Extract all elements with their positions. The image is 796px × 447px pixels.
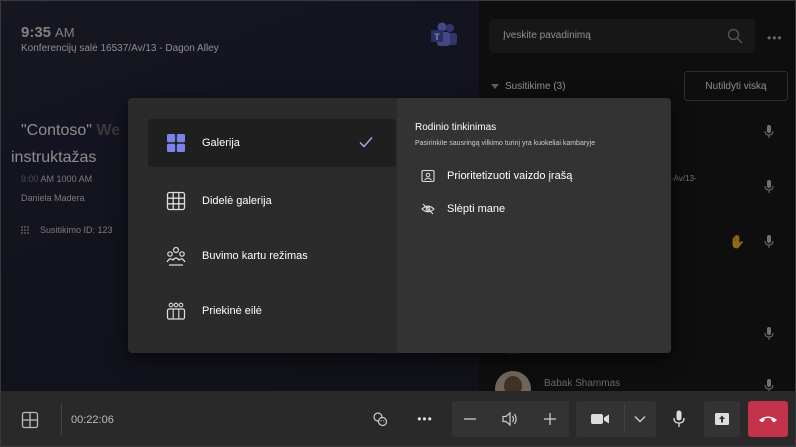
call-timer: 00:22:06 [71,414,114,426]
organizer-name: Daniela Madera [21,193,85,203]
plus-icon [544,413,556,425]
dialpad-icon [21,225,30,235]
customize-view-title: Rodinio tinkinimas [415,122,497,133]
raise-hand-icon: ✋ [729,234,746,249]
reactions-icon [373,412,388,427]
in-meeting-header[interactable]: Susitikime (3) [491,81,566,92]
customize-view-description: Pasirinkite sausringą vilkimo turinį yra… [415,140,596,147]
hang-up-icon-wrap [748,401,788,437]
search-input[interactable]: Įveskite pavadinimą [489,19,755,53]
meeting-title: "Contoso" We [21,122,121,139]
participant-room-fragment: -Av/13- [671,174,697,183]
mute-all-button[interactable]: Nutildyti viską [684,71,788,101]
layout-option-label: Galerija [202,137,240,149]
search-placeholder: Įveskite pavadinimą [503,30,591,41]
layout-grid-icon[interactable] [21,411,39,429]
layout-option-large-gallery[interactable]: Didelė galerija [148,177,396,225]
layout-option-label: Priekinė eilė [202,305,262,317]
meeting-title-line2: instruktažas [11,149,97,166]
microphone-button[interactable] [665,401,693,437]
speaker-button[interactable] [496,401,524,437]
layout-options: Galerija Didelė galerija Buvimo kartu re… [128,98,397,353]
camera-button[interactable] [583,401,617,437]
svg-text:T: T [434,32,440,42]
room-name: Konferencijų salė 16537/Av/13 - Dagon Al… [21,43,219,54]
front-row-icon [166,302,186,320]
camera-icon [591,414,609,424]
hide-me-option[interactable]: Slėpti mane [421,202,505,216]
layout-option-gallery[interactable]: Galerija [148,119,396,167]
hide-me-label: Slėpti mane [447,203,506,215]
share-icon [715,413,729,425]
large-gallery-icon [166,191,186,211]
layout-option-together-mode[interactable]: Buvimo kartu režimas [148,232,396,280]
reactions-button[interactable] [365,401,395,437]
mic-icon[interactable] [764,125,774,139]
clock: 9:35 AM [21,24,75,41]
mic-icon[interactable] [764,235,774,249]
together-mode-icon [166,246,186,266]
divider [61,403,62,435]
prioritize-video-option[interactable]: Prioritetizuoti vaizdo įrašą [421,169,572,183]
eye-hidden-icon [421,203,435,215]
share-icon-wrap [704,401,740,437]
layout-option-label: Didelė galerija [202,195,272,207]
participant-name: Babak Shammas [544,378,621,389]
teams-room-window: 9:35 AM Konferencijų salė 16537/Av/13 - D… [0,0,796,447]
volume-up-button[interactable] [536,401,564,437]
checkmark-icon [359,137,373,148]
layout-menu: Galerija Didelė galerija Buvimo kartu re… [128,98,671,353]
layout-option-label: Buvimo kartu režimas [202,250,308,262]
more-actions-button[interactable]: ••• [411,401,439,437]
speaker-icon [502,411,517,427]
camera-options-button[interactable] [627,401,653,437]
chevron-down-icon [634,416,646,423]
customize-view-panel: Rodinio tinkinimas Pasirinkite sausringą… [397,98,671,353]
microphone-icon [673,410,685,427]
gallery-icon [167,134,185,152]
search-icon [727,28,743,44]
meeting-id: Susitikimo ID: 123 [40,225,113,235]
hang-up-icon [759,416,777,423]
person-frame-icon [421,169,435,183]
mic-icon[interactable] [764,327,774,341]
chevron-down-icon [491,84,499,89]
meeting-id-row: Susitikimo ID: 123 [21,225,113,235]
mic-icon[interactable] [764,180,774,194]
teams-logo-icon: T [431,22,457,46]
more-options-icon[interactable]: ••• [767,31,783,45]
prioritize-video-label: Prioritetizuoti vaizdo įrašą [447,170,573,182]
volume-down-button[interactable] [456,401,484,437]
divider [624,405,625,433]
layout-option-front-row[interactable]: Priekinė eilė [148,287,396,335]
minus-icon [464,418,476,420]
meeting-time: 9:00 AM 1000 AM [21,174,93,184]
